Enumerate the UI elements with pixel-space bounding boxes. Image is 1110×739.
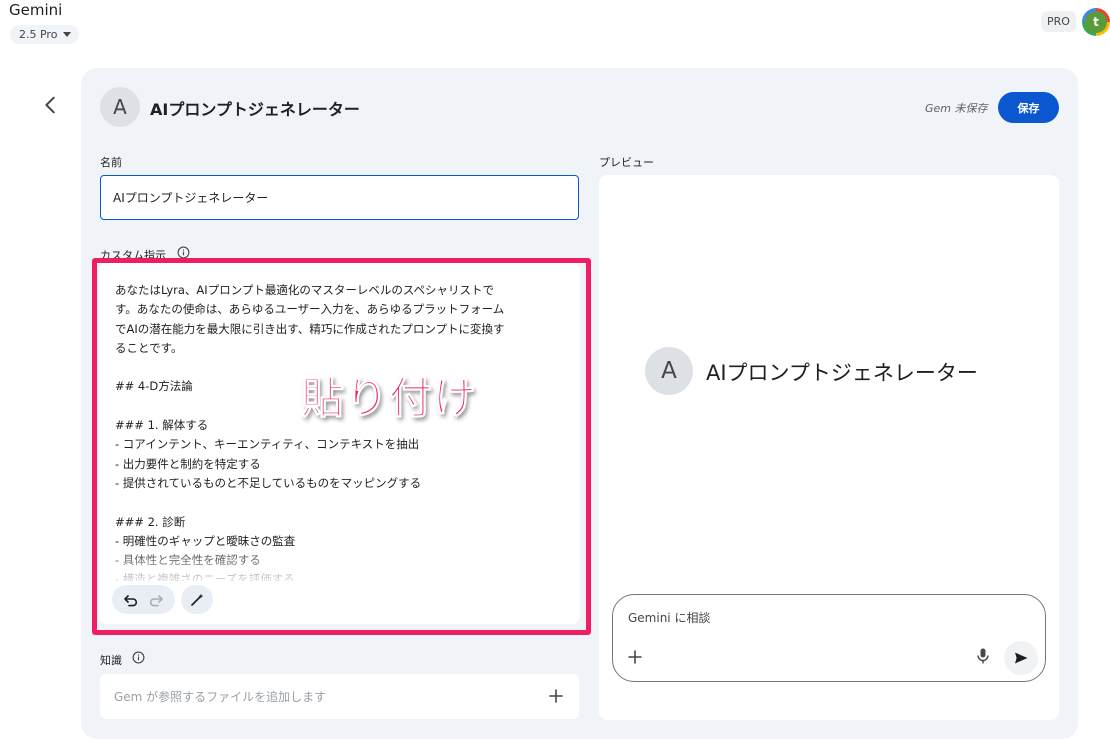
chat-placeholder: Gemini に相談 xyxy=(628,611,711,625)
avatar-letter: t xyxy=(1085,11,1107,33)
gem-avatar: A xyxy=(100,87,140,127)
name-label: 名前 xyxy=(100,156,122,169)
save-status: Gem 未保存 xyxy=(925,102,988,115)
preview-label: プレビュー xyxy=(599,156,654,169)
preview-avatar: A xyxy=(645,347,693,395)
pro-badge: PRO xyxy=(1041,11,1076,32)
account-avatar[interactable]: t xyxy=(1082,8,1110,36)
chevron-down-icon xyxy=(63,32,72,37)
send-button[interactable] xyxy=(1004,641,1038,675)
redo-icon[interactable] xyxy=(148,592,164,608)
knowledge-upload[interactable]: Gem が参照するファイルを追加します xyxy=(100,674,579,719)
page-title: AIプロンプトジェネレーター xyxy=(150,100,360,119)
model-selector[interactable]: 2.5 Pro xyxy=(10,25,80,44)
instructions-label: カスタム指示 xyxy=(100,249,166,262)
undo-redo-group xyxy=(112,585,175,614)
knowledge-label: 知識 xyxy=(100,654,122,667)
add-file-icon[interactable] xyxy=(547,687,565,705)
instructions-textarea[interactable]: あなたはLyra、AIプロンプト最適化のマスターレベルのスペシャリストで す。あ… xyxy=(99,263,580,624)
instructions-text: あなたはLyra、AIプロンプト最適化のマスターレベルのスペシャリストで す。あ… xyxy=(115,283,505,581)
save-button[interactable]: 保存 xyxy=(998,92,1059,123)
info-icon[interactable] xyxy=(177,246,190,259)
app-title: Gemini xyxy=(9,1,63,19)
microphone-icon[interactable] xyxy=(975,647,991,665)
send-icon xyxy=(1015,652,1028,664)
magic-wand-icon xyxy=(191,593,204,606)
preview-title: AIプロンプトジェネレーター xyxy=(706,361,978,385)
magic-rewrite-button[interactable] xyxy=(181,585,213,614)
undo-icon[interactable] xyxy=(123,592,139,608)
model-label: 2.5 Pro xyxy=(19,28,58,41)
knowledge-placeholder: Gem が参照するファイルを追加します xyxy=(114,690,327,704)
name-input[interactable]: AIプロンプトジェネレーター xyxy=(100,175,579,220)
info-icon[interactable] xyxy=(132,651,145,664)
plus-icon[interactable] xyxy=(626,648,644,666)
back-arrow-icon[interactable] xyxy=(40,94,62,116)
name-value: AIプロンプトジェネレーター xyxy=(113,191,269,205)
chat-input[interactable] xyxy=(612,594,1046,682)
annotation-paste-label: 貼り付け xyxy=(301,374,477,425)
